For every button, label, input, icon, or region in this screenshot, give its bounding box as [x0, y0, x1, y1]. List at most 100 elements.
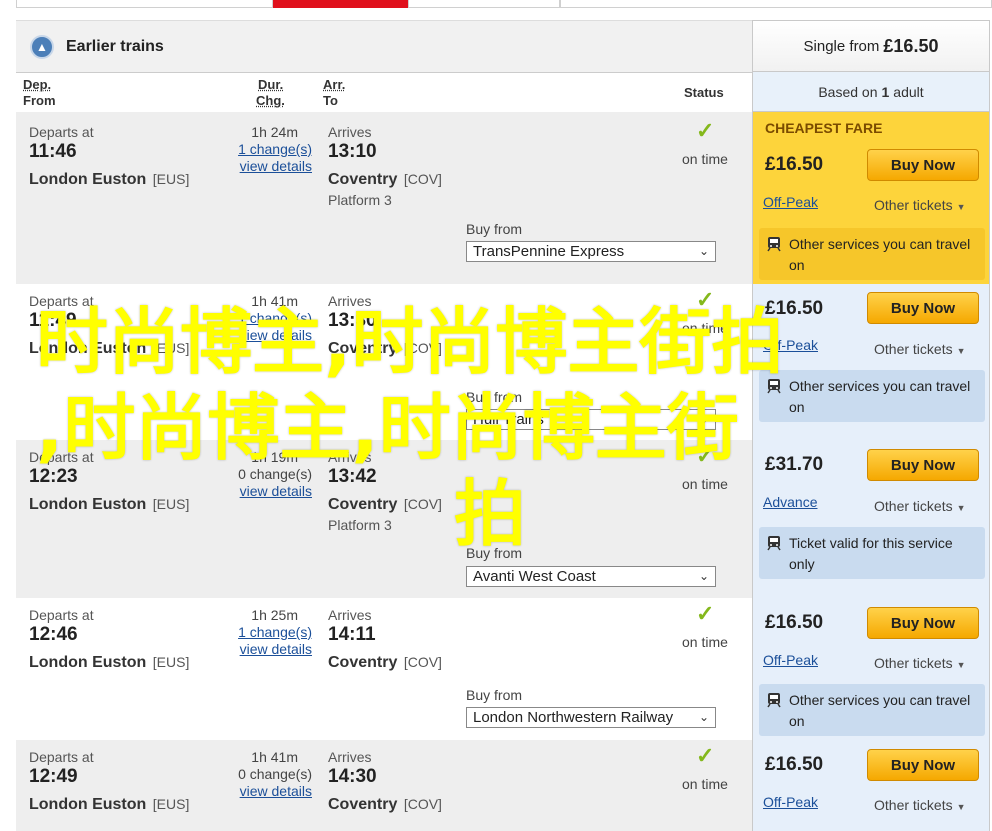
top-tab-active[interactable]	[273, 0, 408, 8]
duration: 1h 19m	[251, 449, 298, 465]
changes-link[interactable]: 1 change(s)	[228, 310, 312, 326]
earlier-trains-button[interactable]: ▲ Earlier trains	[16, 20, 752, 72]
buy-from-label: Buy from	[466, 687, 523, 703]
top-tab[interactable]	[16, 0, 273, 8]
top-tab-strip	[16, 0, 992, 8]
fare-type-link[interactable]: Off-Peak	[763, 337, 818, 353]
col-from: From	[23, 93, 56, 108]
journey-row: Departs at 12:46 London Euston [EUS] 1h …	[16, 598, 752, 740]
operator-select[interactable]: Avanti West Coast ⌄	[466, 566, 716, 587]
fare-type-link[interactable]: Off-Peak	[763, 194, 818, 210]
departs-label: Departs at	[29, 449, 94, 465]
check-icon: ✓	[696, 743, 715, 768]
view-details-link[interactable]: view details	[228, 158, 312, 174]
col-arr[interactable]: Arr.	[323, 77, 345, 93]
cheapest-fare-label: CHEAPEST FARE	[765, 120, 883, 136]
other-tickets-label: Other tickets	[874, 797, 953, 813]
departure-station-name: London Euston	[29, 171, 147, 188]
departs-label: Departs at	[29, 293, 94, 309]
arrives-label: Arrives	[328, 449, 372, 465]
fare-price: £16.50	[765, 612, 824, 633]
departure-station-code: [EUS]	[152, 340, 190, 356]
buy-now-button[interactable]: Buy Now	[867, 607, 979, 639]
buy-now-button[interactable]: Buy Now	[867, 149, 979, 181]
other-tickets-toggle[interactable]: Other tickets ▼	[874, 197, 966, 213]
fare-note-text: Ticket valid for this service only	[789, 535, 953, 572]
arrival-station-code: [COV]	[403, 340, 442, 356]
arrival-station-code: [COV]	[403, 171, 442, 187]
other-tickets-label: Other tickets	[874, 341, 953, 357]
col-chg[interactable]: Chg.	[256, 93, 285, 109]
fare-price: £31.70	[765, 454, 824, 475]
arrival-station: Coventry [COV]	[328, 796, 442, 814]
top-tab[interactable]	[408, 0, 560, 8]
train-icon	[767, 379, 781, 394]
triangle-down-icon: ▼	[956, 660, 966, 670]
check-icon: ✓	[696, 118, 715, 143]
operator-select[interactable]: Hull Trains ⌄	[466, 409, 716, 430]
arrival-station: Coventry [COV]	[328, 496, 442, 514]
operator-value: Avanti West Coast	[473, 568, 596, 585]
fare-note-text: Other services you can travel on	[789, 692, 971, 729]
based-on-suffix: adult	[893, 83, 924, 100]
chevron-down-icon: ⌄	[698, 569, 709, 583]
departure-time: 12:49	[29, 766, 78, 787]
col-to: To	[323, 93, 338, 108]
triangle-down-icon: ▼	[956, 346, 966, 356]
platform: Platform 3	[328, 192, 392, 208]
arrival-station-code: [COV]	[403, 796, 442, 812]
changes-link[interactable]: 1 change(s)	[228, 141, 312, 157]
train-icon	[767, 237, 781, 252]
col-dur[interactable]: Dur.	[258, 77, 283, 93]
buy-from-label: Buy from	[466, 389, 523, 405]
train-icon	[767, 693, 781, 708]
fare-type-link[interactable]: Advance	[763, 494, 817, 510]
departure-station: London Euston [EUS]	[29, 171, 189, 189]
arrival-station-code: [COV]	[403, 654, 442, 670]
view-details-link[interactable]: view details	[228, 483, 312, 499]
other-tickets-toggle[interactable]: Other tickets ▼	[874, 498, 966, 514]
arrival-time: 13:30	[328, 310, 377, 331]
triangle-down-icon: ▼	[956, 503, 966, 513]
view-details-link[interactable]: view details	[228, 641, 312, 657]
arrival-station: Coventry [COV]	[328, 171, 442, 189]
departs-label: Departs at	[29, 124, 94, 140]
duration: 1h 41m	[251, 293, 298, 309]
buy-now-button[interactable]: Buy Now	[867, 749, 979, 781]
operator-select[interactable]: London Northwestern Railway ⌄	[466, 707, 716, 728]
departure-station: London Euston [EUS]	[29, 340, 189, 358]
based-on-prefix: Based on	[818, 83, 878, 100]
fare-note-text: Other services you can travel on	[789, 236, 971, 273]
platform: Platform 3	[328, 517, 392, 533]
arrival-station: Coventry [COV]	[328, 654, 442, 672]
view-details-link[interactable]: view details	[228, 327, 312, 343]
fare-type-link[interactable]: Off-Peak	[763, 652, 818, 668]
check-icon: ✓	[696, 443, 715, 468]
changes-link[interactable]: 1 change(s)	[228, 624, 312, 640]
buy-from-label: Buy from	[466, 221, 523, 237]
journey-row: Departs at 12:23 London Euston [EUS] 1h …	[16, 440, 752, 598]
journey-row: Departs at 12:49 London Euston [EUS] 1h …	[16, 740, 752, 831]
buy-now-button[interactable]: Buy Now	[867, 292, 979, 324]
operator-select[interactable]: TransPennine Express ⌄	[466, 241, 716, 262]
view-details-link[interactable]: view details	[228, 783, 312, 799]
buy-now-button[interactable]: Buy Now	[867, 449, 979, 481]
fare-based-on: Based on 1 adult	[752, 72, 990, 112]
fare-price: £16.50	[765, 754, 824, 775]
other-tickets-toggle[interactable]: Other tickets ▼	[874, 341, 966, 357]
col-dep[interactable]: Dep.	[23, 77, 51, 93]
operator-value: TransPennine Express	[473, 243, 625, 260]
departs-label: Departs at	[29, 607, 94, 623]
other-tickets-toggle[interactable]: Other tickets ▼	[874, 797, 966, 813]
departure-station-code: [EUS]	[152, 496, 190, 512]
other-tickets-label: Other tickets	[874, 197, 953, 213]
arrival-station-code: [COV]	[403, 496, 442, 512]
arrival-station-name: Coventry	[328, 340, 398, 357]
based-on-count: 1	[881, 83, 890, 100]
top-tab[interactable]	[560, 0, 992, 8]
other-tickets-toggle[interactable]: Other tickets ▼	[874, 655, 966, 671]
departure-station-code: [EUS]	[152, 171, 190, 187]
fare-type-link[interactable]: Off-Peak	[763, 794, 818, 810]
journey-row: Departs at 11:49 London Euston [EUS] 1h …	[16, 284, 752, 440]
arrival-time: 13:42	[328, 466, 377, 487]
